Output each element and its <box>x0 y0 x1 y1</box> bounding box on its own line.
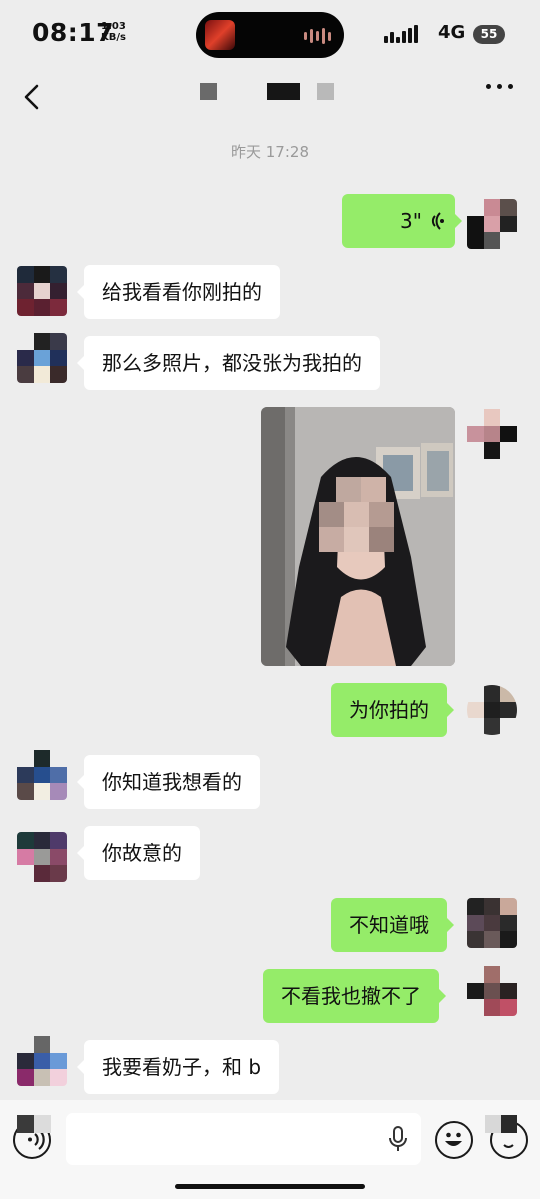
dynamic-island[interactable] <box>196 12 344 58</box>
my-avatar[interactable] <box>467 199 517 249</box>
add-icon-overlay <box>485 1115 517 1133</box>
emoji-icon[interactable] <box>435 1121 473 1159</box>
voice-message-bubble[interactable]: 3" <box>342 194 462 248</box>
back-icon[interactable] <box>18 82 48 112</box>
chat-screen: 08:17 1.03 KB/s 4G 55 昨天 17:28 3" 给我看看你刚… <box>0 0 540 1199</box>
my-avatar[interactable] <box>467 685 517 735</box>
contact-avatar[interactable] <box>17 750 67 800</box>
message-input[interactable] <box>66 1113 421 1165</box>
audio-wave-icon <box>304 28 331 44</box>
voice-wave-icon <box>431 212 444 230</box>
message-bubble[interactable]: 你知道我想看的 <box>77 755 260 809</box>
voice-input-overlay <box>17 1115 51 1133</box>
contact-name-redacted <box>317 83 334 100</box>
contact-avatar[interactable] <box>17 266 67 316</box>
network-speed-value: 1.03 <box>101 21 126 32</box>
contact-avatar[interactable] <box>17 1036 67 1086</box>
status-bar: 08:17 1.03 KB/s 4G 55 <box>0 0 540 64</box>
network-speed-unit: KB/s <box>101 32 126 43</box>
media-thumbnail <box>205 20 235 50</box>
network-speed: 1.03 KB/s <box>101 21 126 43</box>
battery-indicator: 55 <box>473 25 505 44</box>
message-bubble[interactable]: 那么多照片，都没张为我拍的 <box>77 336 380 390</box>
contact-avatar[interactable] <box>17 333 67 383</box>
signal-icon <box>384 25 418 43</box>
contact-name-redacted <box>267 83 300 100</box>
more-icon[interactable] <box>486 84 513 89</box>
network-type: 4G <box>438 22 466 43</box>
message-bubble[interactable]: 你故意的 <box>77 826 200 880</box>
my-avatar[interactable] <box>467 966 517 1016</box>
photo-image <box>261 407 455 666</box>
image-message[interactable] <box>261 407 455 666</box>
chat-timestamp: 昨天 17:28 <box>231 143 309 161</box>
voice-duration: 3" <box>400 209 422 233</box>
message-bubble[interactable]: 为你拍的 <box>331 683 454 737</box>
contact-name-redacted <box>200 83 217 100</box>
my-avatar[interactable] <box>467 898 517 948</box>
message-bubble[interactable]: 我要看奶子，和 b <box>76 1040 280 1094</box>
my-avatar[interactable] <box>467 409 517 459</box>
home-indicator <box>175 1184 365 1189</box>
message-bubble[interactable]: 不知道哦 <box>331 898 454 952</box>
message-bubble[interactable]: 给我看看你刚拍的 <box>77 265 280 319</box>
contact-avatar[interactable] <box>17 832 67 882</box>
microphone-icon[interactable] <box>388 1126 408 1156</box>
message-bubble[interactable]: 不看我也撤不了 <box>263 969 446 1023</box>
